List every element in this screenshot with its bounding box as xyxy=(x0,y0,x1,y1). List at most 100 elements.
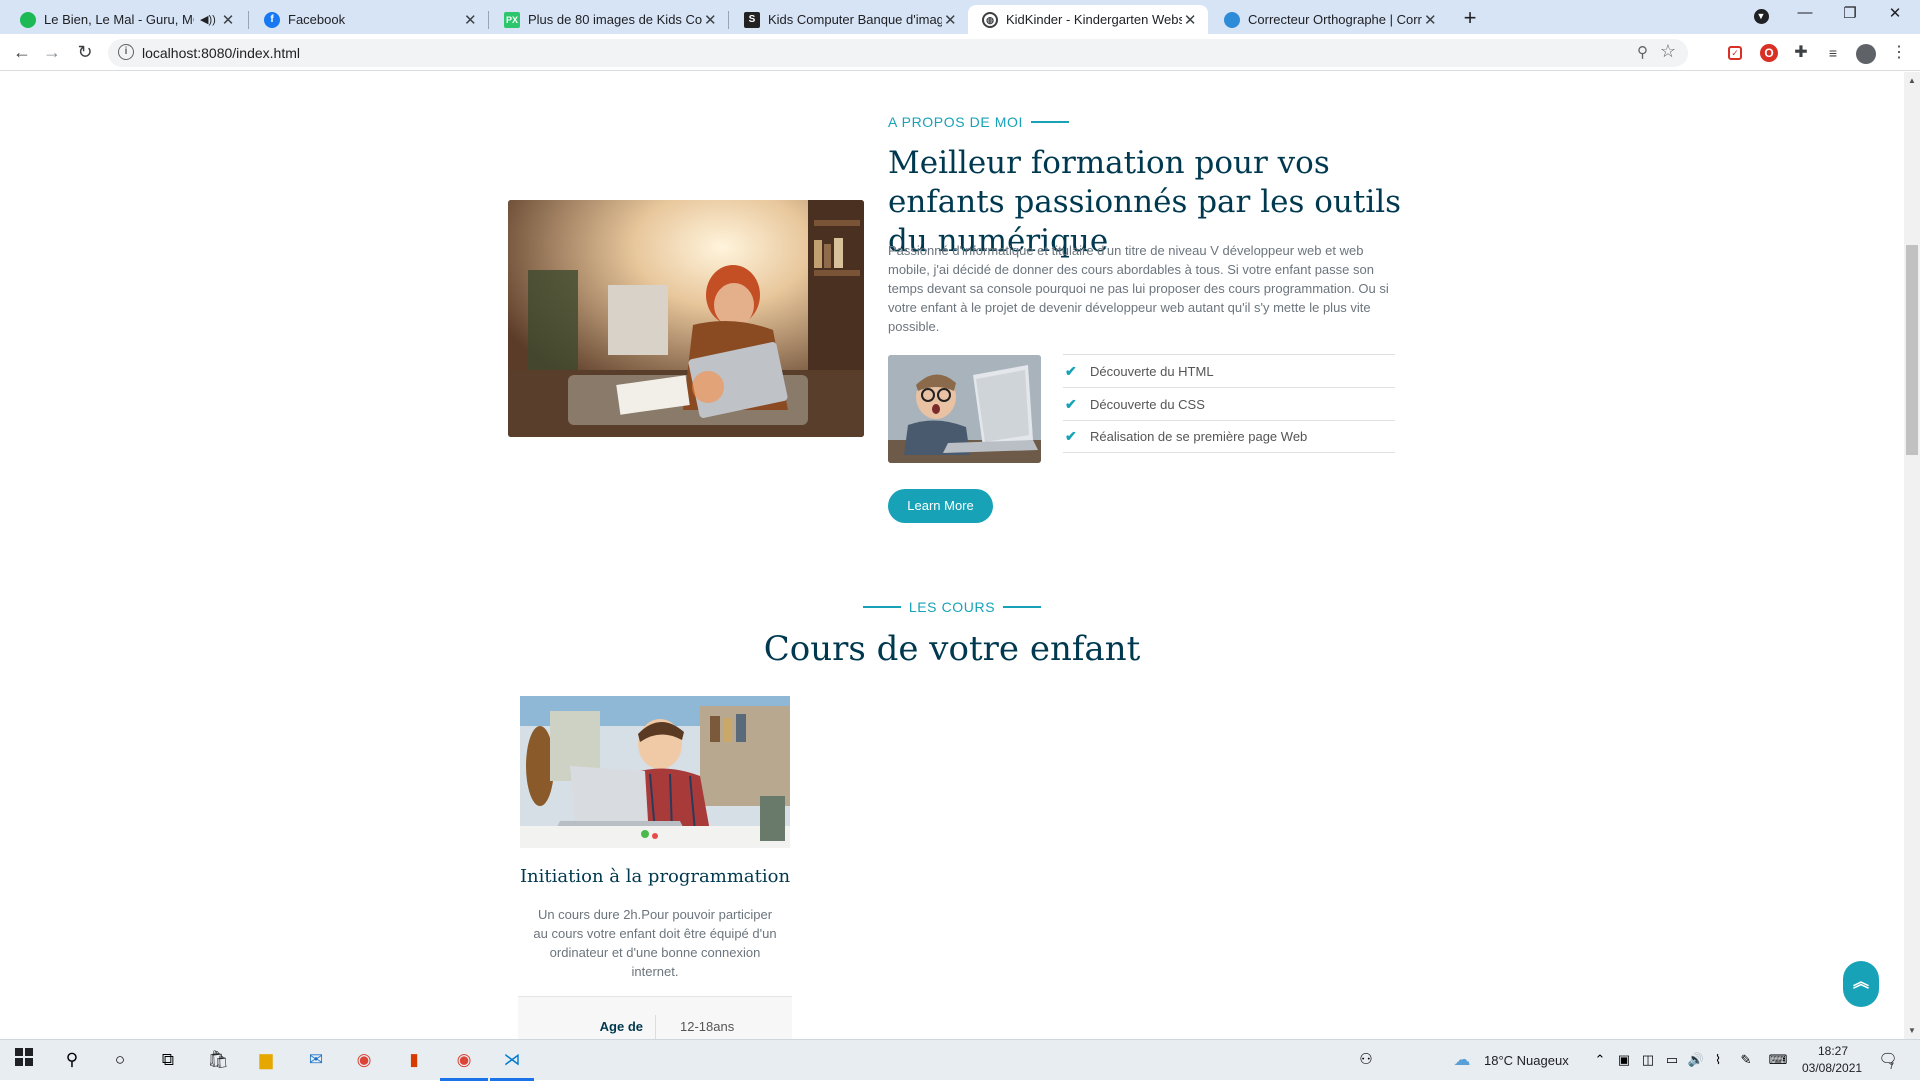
file-explorer-icon[interactable]: ▆ xyxy=(254,1048,278,1072)
clock-date[interactable]: 03/08/2021 xyxy=(1802,1061,1862,1075)
forward-icon[interactable]: → xyxy=(40,41,64,65)
tab-pixabay[interactable]: PX Plus de 80 images de Kids Computer ✕ xyxy=(490,5,728,34)
spotify-icon xyxy=(20,11,36,28)
battery-icon[interactable]: ▭ xyxy=(1660,1048,1684,1072)
close-icon[interactable]: ✕ xyxy=(1182,11,1198,29)
list-item: ✔ Réalisation de se première page Web xyxy=(1063,420,1395,453)
tab-scribens[interactable]: Correcteur Orthographe | Correcteur ✕ xyxy=(1210,5,1448,34)
task-view-icon[interactable]: ⧉ xyxy=(156,1048,180,1072)
network-icon[interactable]: ⌇ xyxy=(1706,1048,1730,1072)
keyboard-icon[interactable]: ⌨ xyxy=(1766,1048,1790,1072)
url-text[interactable]: localhost:8080/index.html xyxy=(142,45,300,61)
close-icon[interactable]: ✕ xyxy=(702,11,718,29)
check-icon: ✔ xyxy=(1065,362,1077,379)
tab-label: Correcteur Orthographe | Correcteur xyxy=(1248,12,1422,27)
back-to-top-button[interactable]: ︽ xyxy=(1843,961,1879,1007)
scroll-up-icon[interactable]: ▲ xyxy=(1908,76,1916,85)
tab-strip: Le Bien, Le Mal - Guru, MC Solaar ◀)) ✕ … xyxy=(0,0,1920,34)
back-icon[interactable]: ← xyxy=(10,41,34,65)
list-item: ✔ Découverte du HTML xyxy=(1063,354,1395,387)
audio-icon[interactable]: ◀)) xyxy=(200,13,216,26)
scribens-icon xyxy=(1224,11,1240,28)
learn-more-button[interactable]: Learn More xyxy=(888,489,993,523)
courses-eyebrow: LES COURS xyxy=(0,599,1904,615)
volume-icon[interactable]: 🔊 xyxy=(1684,1048,1708,1072)
reload-icon[interactable]: ↻ xyxy=(73,41,97,65)
eyebrow-line xyxy=(1031,121,1070,123)
extensions-icon[interactable]: ✚ xyxy=(1792,44,1810,62)
feature-list: ✔ Découverte du HTML ✔ Découverte du CSS… xyxy=(1063,354,1395,453)
course-card[interactable]: Initiation à la programmation Un cours d… xyxy=(518,694,792,1039)
bookmark-star-icon[interactable]: ☆ xyxy=(1660,41,1676,62)
meta-key: Age de xyxy=(599,1019,643,1034)
tab-istock[interactable]: S Kids Computer Banque d'images ✕ xyxy=(730,5,968,34)
reading-list-icon[interactable]: ≡ xyxy=(1824,44,1842,62)
courses-title: Cours de votre enfant xyxy=(763,629,1141,669)
notifications-icon[interactable]: 🗨 xyxy=(1876,1048,1900,1072)
pixabay-icon: PX xyxy=(504,11,520,28)
scroll-down-icon[interactable]: ▼ xyxy=(1908,1026,1916,1035)
facebook-icon: f xyxy=(264,11,280,28)
search-icon[interactable]: ⚲ xyxy=(60,1048,84,1072)
course-title: Initiation à la programmation xyxy=(519,866,791,887)
info-icon[interactable]: i xyxy=(118,44,134,60)
weather-text[interactable]: 18°C Nuageux xyxy=(1484,1053,1569,1068)
page-scrollbar[interactable] xyxy=(1904,72,1920,1039)
tab-facebook[interactable]: f Facebook ✕ xyxy=(250,5,488,34)
close-icon[interactable]: ✕ xyxy=(220,11,236,29)
meta-value: 12-18ans xyxy=(680,1019,735,1034)
tab-spotify[interactable]: Le Bien, Le Mal - Guru, MC Solaar ◀)) ✕ xyxy=(6,5,246,34)
weather-cloud-icon[interactable]: ☁ xyxy=(1450,1048,1474,1072)
avatar[interactable] xyxy=(1856,44,1876,64)
eyebrow-line xyxy=(862,606,901,608)
pocket-icon[interactable]: ✓ xyxy=(1728,46,1742,60)
tab-kidkinder[interactable]: ◍ KidKinder - Kindergarten Website ✕ xyxy=(968,5,1208,34)
vscode-icon[interactable]: ⋊ xyxy=(500,1048,524,1072)
tab-search-icon[interactable]: ▼ xyxy=(1741,6,1781,24)
close-icon[interactable]: ✕ xyxy=(942,11,958,29)
tab-label: Le Bien, Le Mal - Guru, MC Solaar xyxy=(44,12,194,27)
tray-expand-icon[interactable]: ⌃ xyxy=(1588,1048,1612,1072)
chrome-active-icon[interactable]: ◉ xyxy=(452,1048,476,1072)
close-window-icon[interactable]: ✕ xyxy=(1875,4,1915,22)
tray-app-icon[interactable]: ▣ xyxy=(1612,1048,1636,1072)
browser-toolbar: ← → ↻ i localhost:8080/index.html ⚲ ☆ ✓ … xyxy=(0,34,1920,71)
restore-icon[interactable]: ❐ xyxy=(1830,4,1870,22)
course-description: Un cours dure 2h.Pour pouvoir participer… xyxy=(533,907,777,979)
notification-count: 7 xyxy=(1889,1061,1895,1071)
close-icon[interactable]: ✕ xyxy=(462,11,478,29)
list-item: ✔ Découverte du CSS xyxy=(1063,387,1395,420)
double-chevron-up-icon: ︽ xyxy=(1852,974,1869,991)
tab-label: Facebook xyxy=(288,12,346,27)
zoom-icon[interactable]: ⚲ xyxy=(1637,43,1648,61)
about-main-image xyxy=(508,200,864,437)
new-tab-button[interactable]: + xyxy=(1456,5,1484,31)
cortana-icon[interactable]: ○ xyxy=(108,1048,132,1072)
windows-taskbar: ⚲ ○ ⧉ 🛍 ▆ ✉ ◉ ▮ ◉ ⋊ ⚇ ☁ 18°C Nuageux ⌃ ▣… xyxy=(0,1039,1920,1081)
address-bar[interactable]: i localhost:8080/index.html ⚲ ☆ xyxy=(108,39,1688,67)
course-meta: Age de 12-18ans xyxy=(518,996,792,1039)
page-viewport: A PROPOS DE MOI Meilleur formation pour … xyxy=(0,72,1904,1039)
mail-icon[interactable]: ✉ xyxy=(304,1048,328,1072)
windows-start-icon[interactable] xyxy=(12,1048,36,1072)
clock-time[interactable]: 18:27 xyxy=(1818,1044,1848,1058)
tab-label: Kids Computer Banque d'images xyxy=(768,12,943,27)
office-icon[interactable]: ▮ xyxy=(402,1048,426,1072)
chrome-icon[interactable]: ◉ xyxy=(352,1048,376,1072)
about-small-image xyxy=(888,355,1041,463)
close-icon[interactable]: ✕ xyxy=(1422,11,1438,29)
minimize-icon[interactable]: — xyxy=(1785,4,1825,21)
istock-icon: S xyxy=(744,11,760,28)
menu-dots-icon[interactable]: ⋮ xyxy=(1890,44,1908,62)
check-icon: ✔ xyxy=(1065,428,1077,444)
eyebrow-label: A PROPOS DE MOI xyxy=(888,114,1024,130)
globe-icon: ◍ xyxy=(982,11,998,28)
check-icon: ✔ xyxy=(1065,395,1077,412)
store-icon[interactable]: 🛍 xyxy=(206,1048,230,1072)
people-icon[interactable]: ⚇ xyxy=(1354,1048,1378,1072)
meet-icon[interactable]: ◫ xyxy=(1636,1048,1660,1072)
scroll-thumb[interactable] xyxy=(1906,245,1918,455)
feature-label: Découverte du CSS xyxy=(1090,396,1205,412)
pen-icon[interactable]: ✎ xyxy=(1734,1048,1758,1072)
opera-icon[interactable]: O xyxy=(1760,44,1778,62)
